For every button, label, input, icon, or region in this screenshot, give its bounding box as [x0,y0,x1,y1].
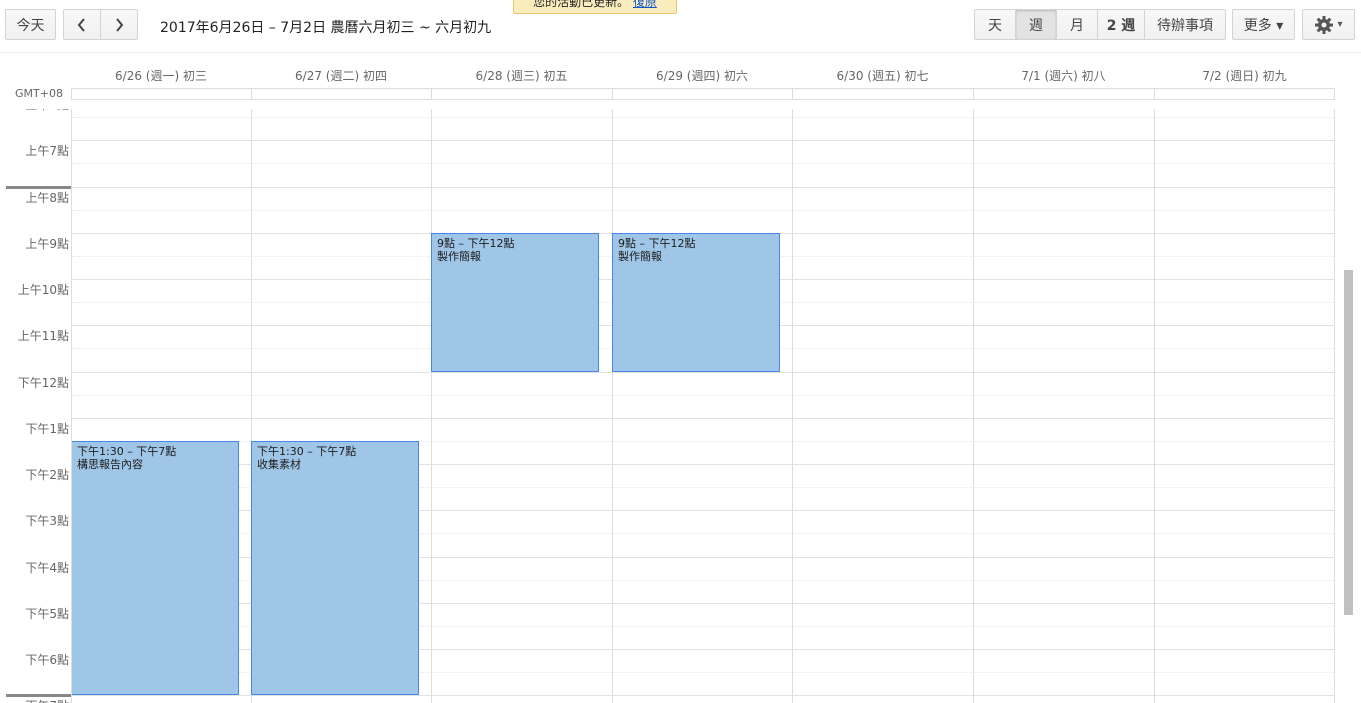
gear-icon [1315,15,1334,34]
all-day-separator [612,88,613,100]
nav-buttons [63,9,138,40]
date-range-title: 2017年6月26日 – 7月2日 農曆六月初三 ~ 六月初九 [160,20,492,36]
day-header-3[interactable]: 6/29 (週四) 初六 [612,67,792,84]
hour-label: 上午10點 [17,283,69,297]
view-day-button[interactable]: 天 [974,9,1016,40]
day-header-4[interactable]: 6/30 (週五) 初七 [792,67,973,84]
hour-line [72,418,1334,419]
hour-label: 下午1點 [25,422,69,436]
calendar-event[interactable]: 9點 – 下午12點 製作簡報 [612,233,780,372]
hour-label: 下午3點 [25,514,69,528]
undo-link[interactable]: 復原 [633,0,657,9]
hour-label: 下午12點 [17,376,69,390]
notice-text: 您的活動已更新。 [533,0,630,9]
hour-line [72,187,1334,188]
hour-label: 下午2點 [25,468,69,482]
calendar-event[interactable]: 下午1:30 – 下午7點 收集素材 [251,441,419,695]
hour-scale: 上午6點上午7點上午8點上午9點上午10點上午11點下午12點下午1點下午2點下… [0,109,71,703]
hour-label: 下午4點 [25,561,69,575]
chevron-left-icon [77,17,85,32]
event-time: 下午1:30 – 下午7點 [257,445,357,458]
day-header-5[interactable]: 7/1 (週六) 初八 [973,67,1154,84]
hour-label: 上午9點 [25,237,69,251]
all-day-row[interactable] [71,88,1335,100]
hour-label: 上午7點 [25,144,69,158]
prev-button[interactable] [63,9,101,40]
view-month-button[interactable]: 月 [1056,9,1098,40]
scale-marker [6,186,71,189]
hour-line [72,372,1334,373]
hour-line [72,695,1334,696]
day-column-separator [792,109,793,703]
more-button[interactable]: 更多 ▾ [1232,9,1295,40]
hour-label: 上午11點 [17,329,69,343]
half-hour-line [72,210,1334,211]
view-switcher: 天 週 月 2 週 待辦事項 [974,9,1226,40]
all-day-separator [251,88,252,100]
day-header-6[interactable]: 7/2 (週日) 初九 [1154,67,1335,84]
all-day-separator [792,88,793,100]
event-time: 下午1:30 – 下午7點 [77,445,177,458]
settings-button[interactable]: ▾ [1302,9,1355,40]
event-title: 構思報告內容 [77,458,143,471]
day-header-2[interactable]: 6/28 (週三) 初五 [431,67,612,84]
timezone-label: GMT+08 [15,87,63,100]
event-time: 9點 – 下午12點 [618,237,696,250]
view-2week-button[interactable]: 2 週 [1097,9,1145,40]
hour-label: 上午6點 [25,109,69,113]
day-column-separator [431,109,432,703]
event-title: 製作簡報 [437,250,481,263]
calendar-event[interactable]: 9點 – 下午12點 製作簡報 [431,233,599,372]
chevron-right-icon [116,17,124,32]
hour-line [72,140,1334,141]
all-day-separator [973,88,974,100]
view-week-button[interactable]: 週 [1015,9,1057,40]
update-notice: 您的活動已更新。 復原 [513,0,677,14]
event-title: 製作簡報 [618,250,662,263]
time-grid[interactable]: 9點 – 下午12點 製作簡報 9點 – 下午12點 製作簡報 下午1:30 – 下午7… [71,109,1335,703]
all-day-separator [1154,88,1155,100]
scale-marker [6,694,71,697]
event-title: 收集素材 [257,458,301,471]
day-header-0[interactable]: 6/26 (週一) 初三 [71,67,251,84]
day-column-separator [973,109,974,703]
toolbar-divider [0,52,1361,53]
next-button[interactable] [100,9,138,40]
day-header-1[interactable]: 6/27 (週二) 初四 [251,67,431,84]
day-column-separator [1154,109,1155,703]
hour-label: 上午8點 [25,191,69,205]
scrollbar-thumb[interactable] [1344,270,1353,615]
view-agenda-button[interactable]: 待辦事項 [1144,9,1226,40]
hour-label: 下午6點 [25,653,69,667]
half-hour-line [72,163,1334,164]
hour-label: 下午7點 [25,697,69,703]
settings-caret: ▾ [1337,19,1343,30]
event-time: 9點 – 下午12點 [437,237,515,250]
calendar-event[interactable]: 下午1:30 – 下午7點 構思報告內容 [72,441,239,695]
half-hour-line [72,117,1334,118]
today-button[interactable]: 今天 [5,9,56,40]
half-hour-line [72,395,1334,396]
all-day-separator [431,88,432,100]
hour-label: 下午5點 [25,607,69,621]
day-column-separator [612,109,613,703]
